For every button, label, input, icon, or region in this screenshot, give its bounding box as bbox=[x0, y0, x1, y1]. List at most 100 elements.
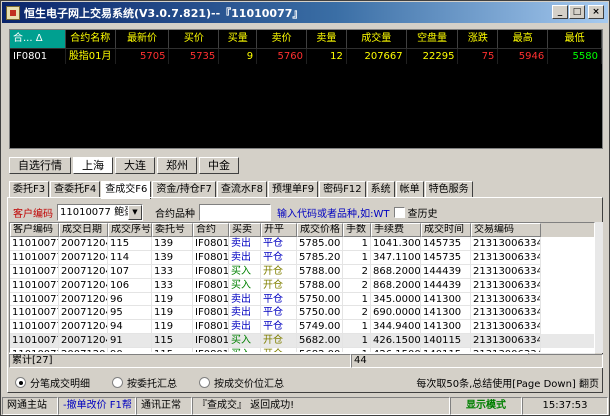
app-logo-icon bbox=[6, 5, 20, 20]
tab-funds-positions[interactable]: 资金/持仓F7 bbox=[152, 181, 216, 198]
table-cell: 2 bbox=[343, 278, 371, 293]
quote-header-open-interest[interactable]: 空盘量 bbox=[407, 30, 459, 48]
trades-table[interactable]: 客户编码 成交日期 成交序号 委托号 合约 买卖 开平 成交价格 手数 手续费 成交时间 交易编码 1… bbox=[9, 222, 595, 353]
table-cell: 20071204 bbox=[59, 250, 108, 265]
tab-dalian[interactable]: 大连 bbox=[115, 157, 155, 174]
status-mode: 显示模式 bbox=[450, 397, 522, 415]
tab-order[interactable]: 委托F3 bbox=[9, 181, 50, 198]
table-cell: 平仓 bbox=[261, 306, 297, 321]
status-message: 『查成交』 返回成功! bbox=[192, 397, 450, 415]
radio-by-order[interactable] bbox=[112, 376, 123, 388]
contract-input[interactable] bbox=[199, 203, 271, 221]
table-cell: 94 bbox=[108, 320, 152, 335]
quote-header-low[interactable]: 最低 bbox=[548, 30, 602, 48]
option-by-order[interactable]: 按委托汇总 bbox=[112, 375, 177, 390]
trades-column-header[interactable]: 交易编码 bbox=[471, 223, 541, 237]
table-cell: 平仓 bbox=[261, 237, 297, 251]
status-shortcut: -撤单改价 F1帮 bbox=[58, 397, 136, 415]
table-row[interactable]: 11010077 20071204 106 133 IF0801 买入 开仓 5788.00 2… bbox=[10, 278, 594, 293]
tab-shanghai[interactable]: 上海 bbox=[73, 157, 113, 174]
tab-query-orders[interactable]: 查委托F4 bbox=[50, 181, 101, 198]
quote-header-name[interactable]: 合约名称 bbox=[66, 30, 116, 48]
table-cell: 11010077 bbox=[10, 292, 59, 307]
quote-header-code[interactable]: 合... Δ bbox=[10, 30, 66, 48]
quote-grid[interactable]: 合... Δ 合约名称 最新价 买价 买量 卖价 卖量 成交量 空盘量 涨跌 最… bbox=[9, 29, 603, 149]
trades-column-header[interactable]: 手数 bbox=[343, 223, 371, 237]
radio-by-price[interactable] bbox=[199, 376, 210, 388]
quote-header-high[interactable]: 最高 bbox=[498, 30, 549, 48]
option-detail[interactable]: 分笔成交明细 bbox=[15, 375, 90, 390]
tab-query-flow[interactable]: 查流水F8 bbox=[216, 181, 267, 198]
table-cell: 开仓 bbox=[261, 264, 297, 279]
table-row[interactable]: 11010077 20071204 94 119 IF0801 卖出 平仓 5749.00 1 3… bbox=[10, 320, 594, 335]
table-cell: 20071204 bbox=[59, 292, 108, 307]
maximize-button[interactable]: □ bbox=[569, 5, 585, 19]
chevron-down-icon[interactable]: ▼ bbox=[128, 204, 142, 220]
table-cell: 144439 bbox=[421, 264, 471, 279]
minimize-button[interactable]: _ bbox=[552, 5, 568, 19]
customer-select[interactable]: 11010077 鲍蛋 ▼ bbox=[57, 203, 143, 221]
table-cell: 96 bbox=[108, 292, 152, 307]
tab-password[interactable]: 密码F12 bbox=[319, 181, 366, 198]
radio-detail[interactable] bbox=[15, 376, 26, 388]
trades-column-header[interactable]: 开平 bbox=[261, 223, 297, 237]
trades-column-header[interactable]: 手续费 bbox=[371, 223, 421, 237]
table-cell: IF0801 bbox=[193, 306, 229, 321]
trades-column-header[interactable]: 买卖 bbox=[229, 223, 261, 237]
table-cell: 1041.3000 bbox=[371, 237, 421, 251]
quote-change: 75 bbox=[458, 49, 499, 64]
table-cell: 141300 bbox=[421, 320, 471, 335]
table-cell: 140115 bbox=[421, 334, 471, 349]
tab-system[interactable]: 系统 bbox=[366, 181, 395, 198]
table-cell: 买入 bbox=[229, 278, 261, 293]
table-cell: 20071204 bbox=[59, 278, 108, 293]
trades-column-header[interactable]: 合约 bbox=[193, 223, 229, 237]
table-cell: 开仓 bbox=[261, 334, 297, 349]
tab-preset-orders[interactable]: 预埋单F9 bbox=[267, 181, 319, 198]
table-cell: 11010077 bbox=[10, 334, 59, 349]
quote-header-ask-qty[interactable]: 卖量 bbox=[307, 30, 347, 48]
table-cell: 133 bbox=[152, 264, 193, 279]
trades-column-header[interactable]: 成交序号 bbox=[108, 223, 152, 237]
trades-column-header[interactable]: 成交价格 bbox=[297, 223, 343, 237]
title-bar[interactable]: 恒生电子网上交易系统(V3.0.7.821)--『11010077』 _ □ × bbox=[2, 2, 608, 23]
table-row[interactable]: 11010077 20071204 114 139 IF0801 卖出 平仓 5785.20 1… bbox=[10, 250, 594, 265]
quote-header-bid-qty[interactable]: 买量 bbox=[219, 30, 258, 48]
table-cell: 115 bbox=[108, 237, 152, 251]
quote-header-bid[interactable]: 买价 bbox=[169, 30, 220, 48]
tab-watchlist[interactable]: 自选行情 bbox=[9, 157, 71, 174]
table-cell: 5788.00 bbox=[297, 278, 343, 293]
quote-header-volume[interactable]: 成交量 bbox=[347, 30, 407, 48]
table-cell: 213130063342 bbox=[471, 264, 541, 279]
table-cell: 95 bbox=[108, 306, 152, 321]
table-row[interactable]: 11010077 20071204 91 115 IF0801 买入 开仓 5682.00 1 4… bbox=[10, 334, 594, 349]
quote-row[interactable]: IF0801 股指01月 5705 5735 9 5760 12 207667 … bbox=[10, 48, 602, 64]
table-row[interactable]: 11010077 20071204 107 133 IF0801 买入 开仓 5788.00 2… bbox=[10, 264, 594, 279]
tab-cffex[interactable]: 中金 bbox=[199, 157, 239, 174]
table-cell: 213130063342 bbox=[471, 306, 541, 321]
quote-bid-qty: 9 bbox=[219, 49, 258, 64]
history-checkbox[interactable] bbox=[393, 206, 405, 218]
contract-label: 合约品种 bbox=[155, 208, 195, 220]
tab-zhengzhou[interactable]: 郑州 bbox=[157, 157, 197, 174]
table-row[interactable]: 11010077 20071204 95 119 IF0801 卖出 平仓 5750.00 2 6… bbox=[10, 306, 594, 321]
tab-statement[interactable]: 帐单 bbox=[395, 181, 424, 198]
table-cell: 平仓 bbox=[261, 250, 297, 265]
quote-low: 5580 bbox=[548, 49, 602, 64]
quote-ask-qty: 12 bbox=[307, 49, 347, 64]
vertical-scrollbar[interactable] bbox=[595, 222, 603, 353]
trades-column-header[interactable]: 客户编码 bbox=[10, 223, 59, 237]
quote-header-ask[interactable]: 卖价 bbox=[257, 30, 307, 48]
trades-column-header[interactable]: 委托号 bbox=[152, 223, 193, 237]
contract-hint: 输入代码或者品种,如:WT bbox=[277, 208, 390, 220]
table-cell: IF0801 bbox=[193, 278, 229, 293]
quote-header-last[interactable]: 最新价 bbox=[116, 30, 170, 48]
option-by-price[interactable]: 按成交价位汇总 bbox=[199, 375, 284, 390]
table-row[interactable]: 11010077 20071204 115 139 IF0801 卖出 平仓 5785.00 1… bbox=[10, 237, 594, 251]
trades-column-header[interactable]: 成交时间 bbox=[421, 223, 471, 237]
table-row[interactable]: 11010077 20071204 96 119 IF0801 卖出 平仓 5750.00 1 3… bbox=[10, 292, 594, 307]
quote-header-change[interactable]: 涨跌 bbox=[458, 30, 499, 48]
close-button[interactable]: × bbox=[588, 5, 604, 19]
tab-special-services[interactable]: 特色服务 bbox=[424, 181, 473, 198]
trades-column-header[interactable]: 成交日期 bbox=[59, 223, 108, 237]
